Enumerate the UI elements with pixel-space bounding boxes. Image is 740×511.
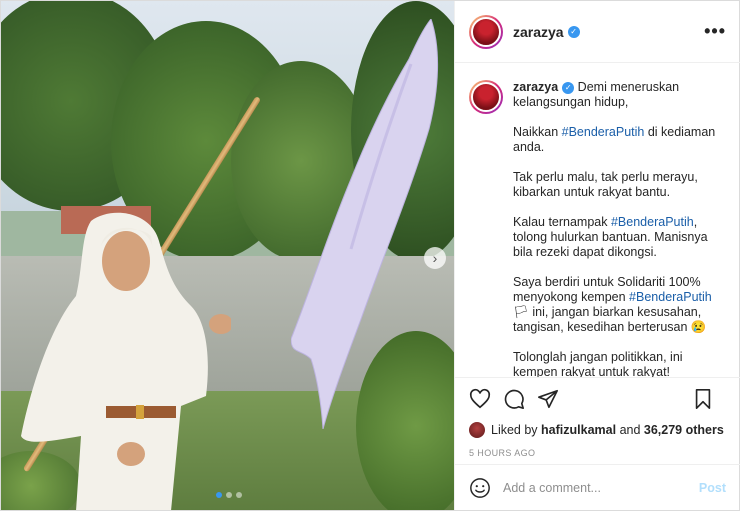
comment-input[interactable] bbox=[503, 480, 683, 495]
caption-segment: Kalau ternampak bbox=[513, 215, 611, 229]
post-photo[interactable]: › bbox=[1, 1, 454, 510]
post-comment-button[interactable]: Post bbox=[699, 481, 726, 495]
carousel-dot bbox=[216, 492, 222, 498]
carousel-dot bbox=[236, 492, 242, 498]
more-options-icon[interactable]: ••• bbox=[704, 21, 726, 42]
hashtag-link[interactable]: #BenderaPutih bbox=[611, 215, 694, 229]
caption-paragraph: Tolonglah jangan politikkan, ini kempen … bbox=[513, 350, 718, 377]
woman-figure bbox=[21, 212, 231, 510]
author-avatar[interactable] bbox=[469, 14, 503, 49]
bookmark-icon[interactable] bbox=[692, 388, 714, 410]
white-flag bbox=[291, 19, 439, 429]
post-header: zarazya ✓ ••• bbox=[455, 1, 740, 63]
caption-segment: Naikkan bbox=[513, 125, 562, 139]
likes-count[interactable]: 36,279 others bbox=[644, 423, 724, 437]
post-modal: › zarazya ✓ ••• zarazya ✓ Demi meneruskan… bbox=[0, 0, 740, 511]
post-side-panel: zarazya ✓ ••• zarazya ✓ Demi meneruskan k… bbox=[454, 1, 740, 510]
liker-username[interactable]: hafizulkamal bbox=[541, 423, 616, 437]
action-icons bbox=[455, 378, 740, 420]
verified-badge-icon: ✓ bbox=[562, 82, 575, 94]
caption-segment: Tak perlu malu, tak perlu merayu, kibark… bbox=[513, 170, 698, 199]
caption-paragraph: zarazya ✓ Demi meneruskan kelangsungan hi… bbox=[513, 80, 718, 110]
author-username[interactable]: zarazya bbox=[513, 24, 564, 40]
carousel-dots bbox=[216, 492, 242, 498]
share-icon[interactable] bbox=[537, 388, 559, 410]
post-actions: Liked by hafizulkamal and 36,279 others … bbox=[455, 377, 740, 458]
liker-avatar[interactable] bbox=[469, 422, 485, 438]
caption-paragraph: Saya berdiri untuk Solidariti 100% menyo… bbox=[513, 275, 718, 335]
caption-segment: 🏳 ini, jangan biarkan kesusahan, tangisa… bbox=[513, 305, 707, 334]
likes-summary: Liked by hafizulkamal and 36,279 others bbox=[455, 420, 740, 440]
caption-segment: Tolonglah jangan politikkan, ini kempen … bbox=[513, 350, 683, 377]
verified-badge-icon: ✓ bbox=[567, 25, 580, 38]
caption-avatar[interactable] bbox=[469, 80, 503, 114]
carousel-dot bbox=[226, 492, 232, 498]
heart-icon[interactable] bbox=[469, 388, 491, 410]
caption-paragraph: Naikkan #BenderaPutih di kediaman anda. bbox=[513, 125, 718, 155]
next-slide-button[interactable]: › bbox=[424, 247, 446, 269]
caption-text: zarazya ✓ Demi meneruskan kelangsungan hi… bbox=[513, 80, 718, 377]
hashtag-link[interactable]: #BenderaPutih bbox=[562, 125, 645, 139]
likes-prefix: Liked by bbox=[491, 423, 538, 437]
emoji-icon[interactable] bbox=[469, 477, 491, 499]
comment-icon[interactable] bbox=[503, 388, 525, 410]
post-timestamp[interactable]: 5 HOURS AGO bbox=[455, 440, 740, 458]
comment-composer: Post bbox=[455, 464, 740, 510]
caption-area: zarazya ✓ Demi meneruskan kelangsungan hi… bbox=[455, 64, 740, 377]
caption-paragraph: Kalau ternampak #BenderaPutih, tolong hu… bbox=[513, 215, 718, 260]
caption-paragraph: Tak perlu malu, tak perlu merayu, kibark… bbox=[513, 170, 718, 200]
caption-username[interactable]: zarazya bbox=[513, 80, 558, 94]
likes-and: and bbox=[619, 423, 641, 437]
hashtag-link[interactable]: #BenderaPutih bbox=[629, 290, 712, 304]
